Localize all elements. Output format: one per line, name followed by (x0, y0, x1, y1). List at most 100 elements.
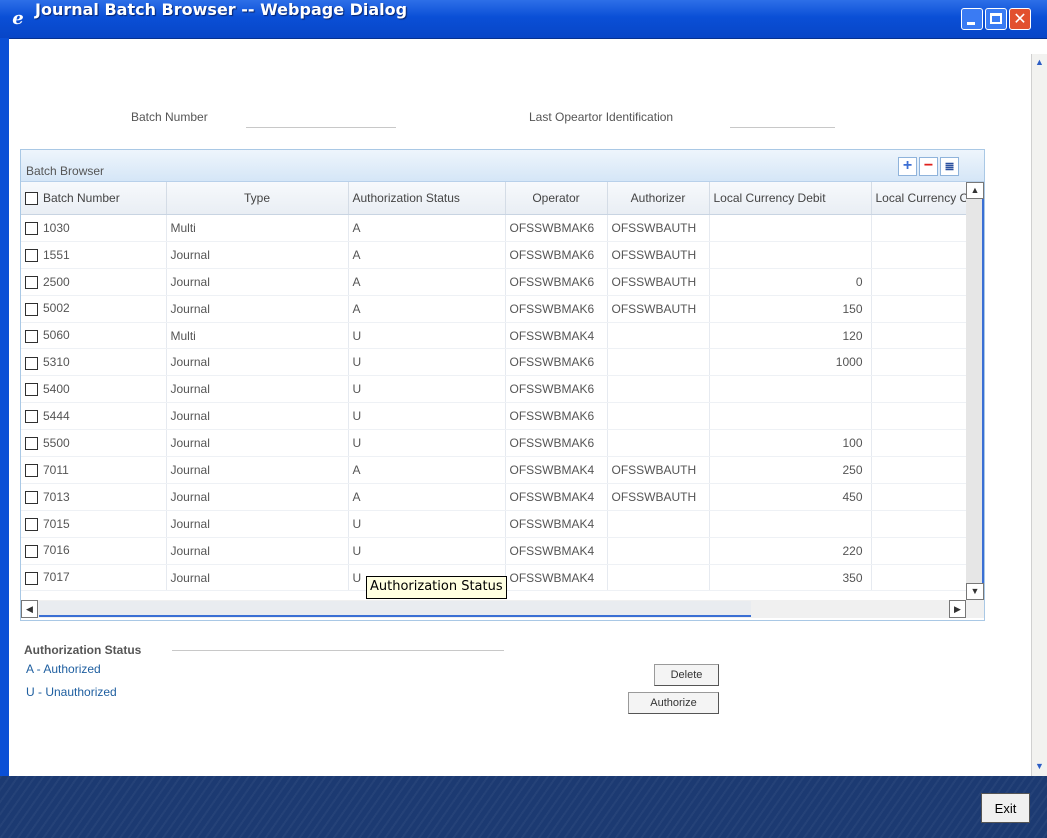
cell-batch-number: 7011 (21, 456, 167, 484)
cell-operator: OFSSWBMAK6 (505, 402, 608, 431)
cell-local-currency-debit: 100 (709, 429, 872, 458)
grid-vertical-scrollbar[interactable]: ▲ ▼ (966, 182, 984, 600)
table-row[interactable]: 5500 Journal U OFSSWBMAK6 100 (21, 429, 966, 458)
table-row[interactable]: 5060 Multi U OFSSWBMAK4 120 (21, 322, 966, 350)
grid-scroll-up-icon[interactable]: ▲ (966, 182, 984, 199)
cell-authorizer: OFSSWBAUTH (607, 456, 710, 484)
row-checkbox[interactable] (25, 464, 38, 478)
table-row[interactable]: 5310 Journal U OFSSWBMAK6 1000 (21, 348, 966, 377)
page-scrollbar[interactable]: ▲ ▼ (1031, 54, 1047, 776)
batch-number-value: 1551 (43, 247, 70, 262)
table-row[interactable]: 7013 Journal A OFSSWBMAK4 OFSSWBAUTH 450 (21, 483, 966, 511)
exit-button[interactable]: Exit (981, 793, 1030, 823)
single-view-button[interactable]: ≣ (940, 157, 959, 176)
row-checkbox[interactable] (25, 491, 38, 505)
grid-scroll-right-icon[interactable]: ▶ (949, 600, 966, 618)
scroll-down-icon[interactable]: ▼ (1032, 758, 1047, 774)
col-local-currency-credit[interactable]: Local Currency Credit (871, 182, 966, 215)
select-all-checkbox[interactable] (25, 192, 38, 206)
row-checkbox[interactable] (25, 383, 38, 397)
ie-icon: e (12, 8, 24, 29)
cell-type: Journal (166, 510, 349, 538)
table-row[interactable]: 5400 Journal U OFSSWBMAK6 (21, 375, 966, 404)
grid-title: Batch Browser (26, 164, 105, 178)
row-checkbox[interactable] (25, 571, 38, 585)
col-type[interactable]: Type (166, 182, 349, 215)
grid-header: Batch Browser + − ≣ (21, 150, 984, 182)
batch-number-value: 7015 (43, 516, 70, 531)
batch-browser-grid: Batch Browser + − ≣ Batch Number Type Au… (20, 149, 985, 621)
legend-title: Authorization Status (24, 643, 142, 657)
grid-scroll-left-icon[interactable]: ◀ (21, 600, 38, 618)
minimize-icon (967, 22, 975, 25)
close-button[interactable]: ✕ (1009, 8, 1031, 30)
cell-local-currency-credit (871, 268, 966, 296)
minimize-button[interactable] (961, 8, 983, 30)
cell-operator: OFSSWBMAK6 (505, 375, 608, 404)
cell-local-currency-debit: 150 (709, 295, 872, 323)
cell-operator: OFSSWBMAK4 (505, 537, 608, 565)
row-checkbox[interactable] (25, 544, 38, 558)
title-bar: e Journal Batch Browser -- Webpage Dialo… (0, 0, 1047, 39)
table-row[interactable]: 5002 Journal A OFSSWBMAK6 OFSSWBAUTH 150 (21, 295, 966, 323)
grid-scroll-down-icon[interactable]: ▼ (966, 583, 984, 600)
col-authorizer[interactable]: Authorizer (607, 182, 710, 215)
row-checkbox[interactable] (25, 437, 38, 451)
cell-operator: OFSSWBMAK6 (505, 295, 608, 323)
cell-local-currency-debit: 250 (709, 456, 872, 484)
table-row[interactable]: 2500 Journal A OFSSWBMAK6 OFSSWBAUTH 0 (21, 268, 966, 296)
row-checkbox[interactable] (25, 356, 38, 370)
grid-scroll-track[interactable] (966, 199, 984, 583)
row-checkbox[interactable] (25, 410, 38, 424)
grid-horizontal-scrollbar[interactable]: ◀ ▶ (21, 600, 984, 618)
scroll-up-icon[interactable]: ▲ (1032, 54, 1047, 70)
table-row[interactable]: 1551 Journal A OFSSWBMAK6 OFSSWBAUTH (21, 241, 966, 269)
row-checkbox[interactable] (25, 275, 38, 289)
cell-local-currency-credit (871, 483, 966, 511)
authorize-button[interactable]: Authorize (628, 692, 719, 714)
cell-local-currency-credit (871, 537, 966, 565)
cell-operator: OFSSWBMAK4 (505, 564, 608, 592)
batch-number-value: 5500 (43, 435, 70, 450)
batch-number-value: 5310 (43, 355, 70, 370)
grid-scroll-thumb[interactable] (39, 601, 751, 617)
add-row-button[interactable]: + (898, 157, 917, 176)
batch-number-field[interactable] (246, 107, 396, 128)
cell-authorization-status: U (348, 322, 506, 350)
cell-type: Journal (166, 564, 349, 592)
row-checkbox[interactable] (25, 517, 38, 531)
cell-local-currency-credit (871, 510, 966, 538)
delete-row-button[interactable]: − (919, 157, 938, 176)
cell-authorizer: OFSSWBAUTH (607, 295, 710, 323)
delete-button[interactable]: Delete (654, 664, 719, 686)
cell-local-currency-debit (709, 402, 872, 431)
col-local-currency-debit[interactable]: Local Currency Debit (709, 182, 872, 215)
col-batch-number[interactable]: Batch Number (21, 182, 167, 215)
row-checkbox[interactable] (25, 249, 38, 262)
col-operator[interactable]: Operator (505, 182, 608, 215)
row-checkbox[interactable] (25, 302, 38, 316)
col-authorization-status[interactable]: Authorization Status (348, 182, 506, 215)
row-checkbox[interactable] (25, 329, 38, 343)
last-operator-field[interactable] (730, 107, 835, 128)
cell-authorization-status: A (348, 268, 506, 296)
table-row[interactable]: 1030 Multi A OFSSWBMAK6 OFSSWBAUTH (21, 214, 966, 242)
window-title: Journal Batch Browser -- Webpage Dialog (35, 0, 408, 19)
tooltip: Authorization Status (366, 576, 507, 599)
cell-authorization-status: A (348, 295, 506, 323)
maximize-button[interactable] (985, 8, 1007, 30)
cell-authorizer (607, 322, 710, 350)
cell-authorizer: OFSSWBAUTH (607, 241, 710, 269)
cell-batch-number: 5400 (21, 375, 167, 404)
cell-operator: OFSSWBMAK6 (505, 429, 608, 458)
cell-local-currency-debit: 220 (709, 537, 872, 565)
table-row[interactable]: 7011 Journal A OFSSWBMAK4 OFSSWBAUTH 250 (21, 456, 966, 484)
batch-number-value: 5060 (43, 328, 70, 343)
cell-type: Journal (166, 268, 349, 296)
table-body: 1030 Multi A OFSSWBMAK6 OFSSWBAUTH 1551 Journa… (21, 214, 966, 592)
row-checkbox[interactable] (25, 222, 38, 236)
table-row[interactable]: 5444 Journal U OFSSWBMAK6 (21, 402, 966, 431)
table-row[interactable]: 7016 Journal U OFSSWBMAK4 220 (21, 537, 966, 565)
table-row[interactable]: 7015 Journal U OFSSWBMAK4 (21, 510, 966, 538)
cell-type: Multi (166, 322, 349, 350)
